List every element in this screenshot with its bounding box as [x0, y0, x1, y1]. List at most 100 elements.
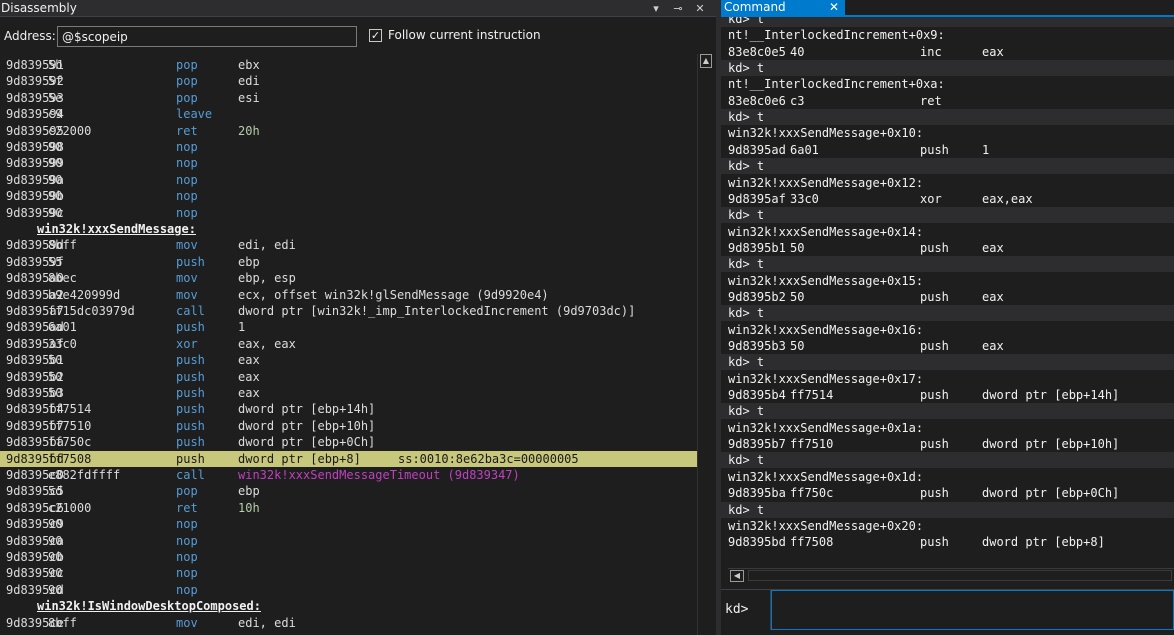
instruction-mnemonic: push [920, 437, 949, 452]
prompt-text: kd> t [728, 61, 765, 76]
command-prompt-line: kd> t [721, 501, 1174, 518]
instruction-row[interactable]: 9d8395ba ff750c push dword ptr [ebp+0Ch] [0, 434, 697, 450]
instruction-row[interactable]: 9d8395b2 50 push eax [0, 369, 697, 385]
instruction-row[interactable]: 9d83959d 8bff mov edi, edi [0, 237, 697, 253]
instruction-bytes: 90 [48, 205, 63, 220]
instruction-row[interactable]: 9d8395c6 c21000 ret 10h [0, 500, 697, 516]
command-instruction-line: 9d8395b7 ff7510 push dword ptr [ebp+10h] [721, 436, 1174, 452]
instruction-row[interactable]: 9d8395b3 50 push eax [0, 385, 697, 401]
command-symbol-line: nt!__InterlockedIncrement+0x9: [721, 27, 1174, 43]
symbol-label-row[interactable]: win32k!xxxSendMessage: [0, 221, 697, 237]
instruction-row[interactable]: 9d839592 5f pop edi [0, 73, 697, 89]
instruction-operands: dword ptr [ebp+8] [982, 535, 1105, 550]
instruction-row[interactable]: 9d8395a2 b9e420999d mov ecx, offset win32k!… [0, 287, 697, 303]
pin-icon[interactable]: ⊸ [670, 0, 686, 17]
instruction-row[interactable]: 9d83959a 90 nop [0, 172, 697, 188]
instruction-bytes: 50 [48, 386, 63, 400]
instruction-row[interactable]: 9d8395b1 50 push eax [0, 352, 697, 368]
instruction-operands: dword ptr [ebp+0Ch] [238, 435, 376, 450]
disassembly-listing[interactable]: 9d839591 5b pop ebx 9d839592 5f pop edi 9d839593… [0, 50, 697, 635]
instruction-bytes: 5e [48, 90, 63, 105]
instruction-operands: eax [238, 386, 260, 400]
instruction-operands: dword ptr [win32k!_imp_InterlockedIncrem… [238, 304, 636, 318]
disassembly-title: Disassembly [1, 1, 77, 15]
instruction-mnemonic: inc [920, 44, 942, 59]
instruction-bytes: ff7514 [48, 402, 92, 417]
symbol-text: win32k!xxxSendMessage+0x20: [728, 518, 924, 533]
instruction-row[interactable]: 9d839594 c9 leave [0, 106, 697, 122]
command-instruction-line: 9d8395b4 ff7514 push dword ptr [ebp+14h] [721, 387, 1174, 403]
instruction-mnemonic: mov [176, 238, 198, 253]
instruction-address: 83e8c0e5 [728, 44, 786, 59]
command-tab-label: Command [724, 0, 786, 14]
prompt-text: kd> t [728, 17, 765, 26]
effective-address-annotation: ss:0010:8e62ba3c=00000005 [398, 451, 579, 466]
close-icon[interactable]: ✕ [829, 0, 839, 15]
instruction-mnemonic: nop [176, 582, 198, 597]
disassembly-vertical-scrollbar[interactable]: ▲ [697, 54, 714, 635]
instruction-mnemonic: push [176, 369, 205, 384]
instruction-operands: eax [238, 353, 260, 368]
instruction-row[interactable]: 9d83959f 55 push ebp [0, 254, 697, 270]
instruction-row[interactable]: 9d8395a7 ff15dc03979d call dword ptr [win32… [0, 303, 697, 319]
command-instruction-line: 9d8395bd ff7508 push dword ptr [ebp+8] [721, 534, 1174, 550]
instruction-row[interactable]: 9d8395ca 90 nop [0, 533, 697, 549]
scroll-up-icon[interactable]: ▲ [700, 54, 712, 68]
instruction-mnemonic: ret [920, 93, 942, 108]
instruction-mnemonic: ret [176, 500, 198, 515]
instruction-row[interactable]: 9d83959c 90 nop [0, 205, 697, 221]
instruction-operands: 20h [238, 123, 260, 138]
instruction-row[interactable]: 9d839593 5e pop esi [0, 90, 697, 106]
instruction-row[interactable]: 9d83959b 90 nop [0, 188, 697, 204]
instruction-operands: dword ptr [ebp+10h] [238, 418, 376, 433]
instruction-row[interactable]: 9d8395ad 6a01 push 1 [0, 319, 697, 335]
instruction-row[interactable]: 9d8395cc 90 nop [0, 565, 697, 581]
instruction-row[interactable]: 9d8395cd 90 nop [0, 582, 697, 598]
command-input[interactable] [771, 590, 1174, 630]
prompt-text: kd> t [728, 502, 765, 517]
instruction-mnemonic: nop [176, 140, 198, 154]
instruction-row[interactable]: 9d839598 90 nop [0, 139, 697, 155]
instruction-row[interactable]: 9d8395c9 90 nop [0, 516, 697, 532]
window-menu-dropdown-icon[interactable]: ▾ [648, 0, 664, 17]
disassembly-title-bar: Disassembly ▾ ⊸ ✕ [0, 0, 716, 17]
instruction-row[interactable]: 9d8395ce 8bff mov edi, edi [0, 615, 697, 631]
command-instruction-line: 9d8395af 33c0 xor eax,eax [721, 191, 1174, 207]
instruction-bytes: 5b [48, 58, 63, 72]
instruction-row[interactable]: 9d839599 90 nop [0, 155, 697, 171]
instruction-operands: edi, edi [238, 238, 296, 253]
scroll-left-icon[interactable]: ◀ [730, 570, 744, 582]
command-output[interactable]: kd> t nt!__InterlockedIncrement+0x9: 83e8c… [721, 17, 1174, 568]
instruction-row[interactable]: 9d8395cb 90 nop [0, 549, 697, 565]
instruction-row[interactable]: 9d8395c5 5d pop ebp [0, 483, 697, 499]
close-icon[interactable]: ✕ [692, 0, 708, 17]
command-symbol-line: win32k!xxxSendMessage+0x1d: [721, 469, 1174, 485]
instruction-address: 9d8395ba [728, 486, 786, 501]
scroll-thumb[interactable] [701, 72, 711, 632]
instruction-operands: edi, edi [238, 615, 296, 630]
instruction-row[interactable]: 9d8395c0 e882fdffff call win32k!xxxSendMess… [0, 467, 697, 483]
instruction-operands: ebp, esp [238, 271, 296, 286]
command-horizontal-scrollbar[interactable]: ◀ [728, 568, 1174, 582]
command-symbol-line: win32k!xxxSendMessage+0x12: [721, 175, 1174, 191]
command-prompt-line: kd> t [721, 109, 1174, 126]
symbol-label: win32k!xxxSendMessage: [37, 222, 196, 236]
instruction-row[interactable]: 9d8395b4 ff7514 push dword ptr [ebp+14h] [0, 401, 697, 417]
instruction-row[interactable]: 9d8395b7 ff7510 push dword ptr [ebp+10h] [0, 418, 697, 434]
instruction-mnemonic: nop [176, 550, 198, 564]
instruction-row[interactable]: 9d839595 c22000 ret 20h [0, 123, 697, 139]
symbol-text: win32k!xxxSendMessage+0x14: [728, 224, 924, 239]
symbol-label-row[interactable]: win32k!IsWindowDesktopComposed: [0, 598, 697, 614]
address-input[interactable] [57, 26, 357, 47]
instruction-mnemonic: pop [176, 484, 198, 499]
instruction-row[interactable]: 9d8395a0 8bec mov ebp, esp [0, 270, 697, 286]
instruction-row[interactable]: 9d8395af 33c0 xor eax, eax [0, 336, 697, 352]
instruction-operands: dword ptr [ebp+10h] [982, 437, 1120, 452]
instruction-address: 9d8395b3 [728, 339, 786, 353]
instruction-bytes: 90 [48, 582, 63, 597]
current-instruction-row[interactable]: 9d8395bd ff7508 push dword ptr [ebp+8] ss:00… [0, 450, 697, 467]
scroll-thumb[interactable] [748, 570, 1172, 581]
instruction-row[interactable]: 9d839591 5b pop ebx [0, 57, 697, 73]
instruction-operands: ebp [238, 484, 260, 499]
checkbox-check-icon[interactable]: ✓ [369, 29, 382, 42]
